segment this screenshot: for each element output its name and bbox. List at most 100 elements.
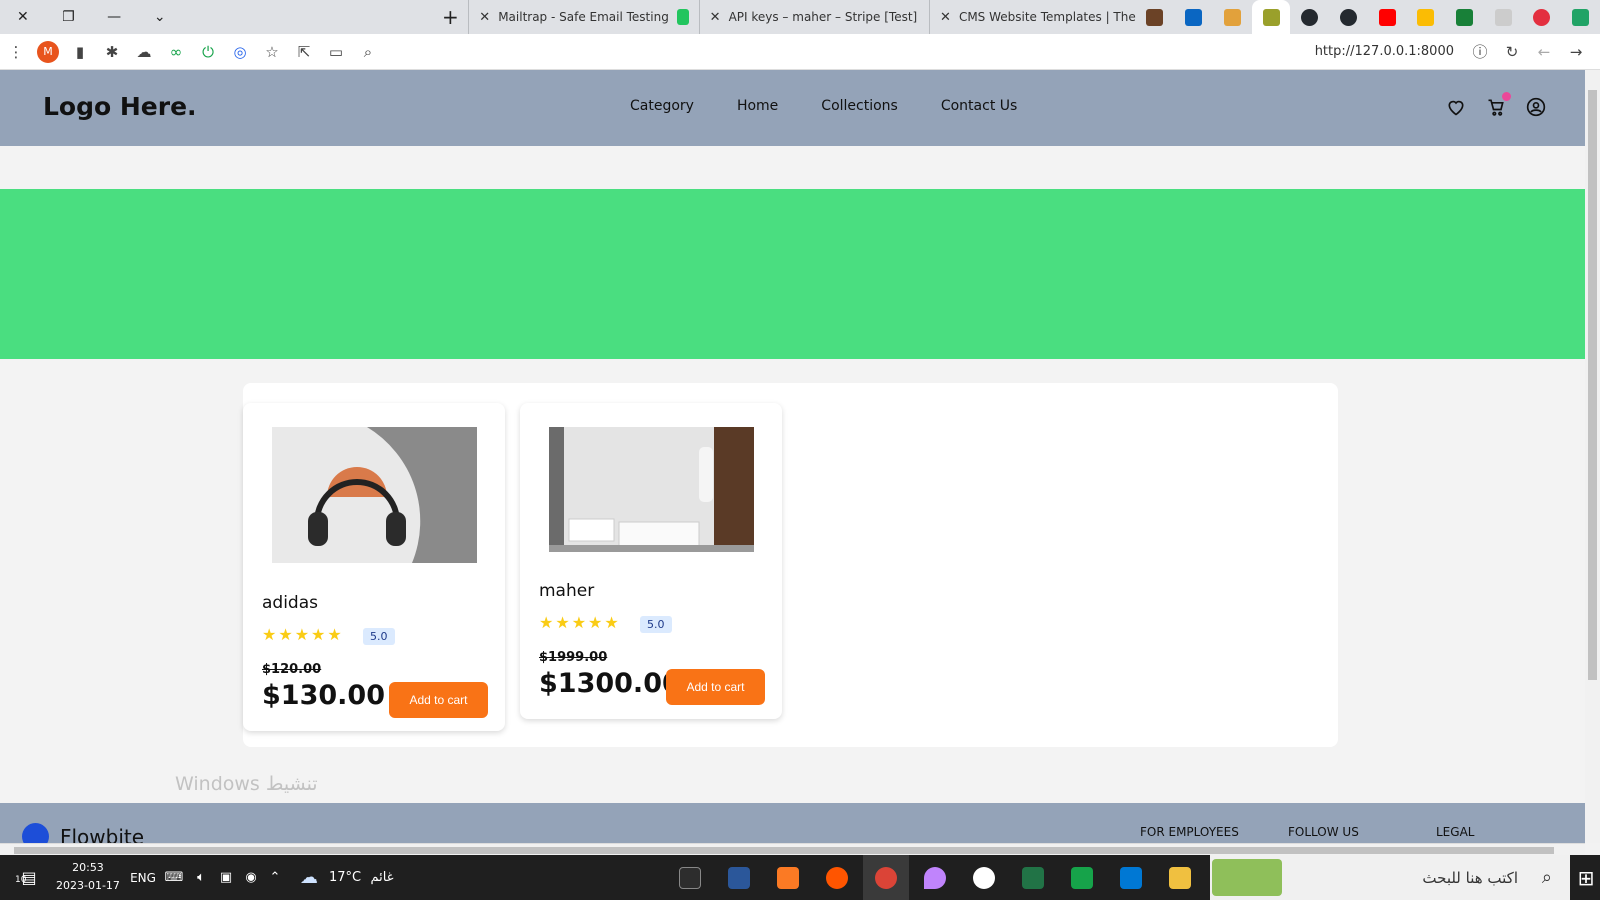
show-hidden-icons-chevron-icon[interactable]: ⌃ <box>264 855 286 900</box>
new-tab-button[interactable]: + <box>433 0 469 34</box>
nav-contact-us[interactable]: Contact Us <box>941 98 1017 114</box>
pinned-tab-github-2[interactable] <box>1329 0 1368 34</box>
scroll-thumb[interactable] <box>1588 90 1597 680</box>
pinned-tab-theme[interactable] <box>1136 0 1175 34</box>
taskbar-xampp[interactable] <box>765 855 811 900</box>
bookmark-star-icon[interactable]: ☆ <box>256 36 288 68</box>
pinned-tab-github[interactable] <box>1290 0 1329 34</box>
taskbar-file-explorer[interactable] <box>1157 855 1203 900</box>
extension-power-icon[interactable]: ⏻ <box>192 36 224 68</box>
close-tab-icon[interactable]: ✕ <box>710 10 721 25</box>
side-panel-icon[interactable]: ▮ <box>64 36 96 68</box>
install-app-icon[interactable]: ▭ <box>320 36 352 68</box>
product-price: $130.00 <box>262 680 385 711</box>
tab-mailtrap[interactable]: ✕ Mailtrap - Safe Email Testing <box>468 0 698 34</box>
taskbar-terminal[interactable] <box>667 855 713 900</box>
tab-label: CMS Website Templates | Theme <box>958 10 1136 24</box>
tab-cms[interactable]: ✕ CMS Website Templates | Theme <box>929 0 1136 34</box>
weather-temp[interactable]: 17°C <box>328 855 362 900</box>
taskbar-soundcloud[interactable] <box>814 855 860 900</box>
taskbar-vscode[interactable] <box>1108 855 1154 900</box>
extension-circle-icon[interactable]: ◎ <box>224 36 256 68</box>
old-price: $1999.00 <box>539 650 608 665</box>
account-user-icon[interactable] <box>1525 96 1547 118</box>
product-name[interactable]: maher <box>539 581 594 601</box>
network-icon[interactable]: ▣ <box>215 855 237 900</box>
share-icon[interactable]: ⇱ <box>288 36 320 68</box>
product-image-bathroom[interactable] <box>549 427 754 552</box>
back-arrow-icon[interactable]: ← <box>1528 36 1560 68</box>
system-clock[interactable]: 20:53 2023-01-17 <box>56 859 120 895</box>
close-window-button[interactable]: ✕ <box>0 0 46 34</box>
pinned-tab-doc[interactable] <box>1484 0 1523 34</box>
product-image-headphones[interactable] <box>272 427 477 563</box>
pinned-tab-phpmyadmin[interactable] <box>1213 0 1252 34</box>
minimize-window-button[interactable]: — <box>91 0 137 34</box>
taskbar-search-box[interactable]: اكتب هنا للبحث ⌕ <box>1210 855 1570 900</box>
site-header: Logo Here. Category Home Collections Con… <box>0 70 1585 146</box>
profile-button[interactable]: M <box>32 36 64 68</box>
tab-search-chevron-icon[interactable]: ⌄ <box>137 0 183 34</box>
pinned-tab-apps[interactable] <box>1445 0 1484 34</box>
pinned-tab-keep[interactable] <box>1407 0 1446 34</box>
close-tab-icon[interactable]: ✕ <box>940 10 951 25</box>
reload-icon[interactable]: ↻ <box>1496 36 1528 68</box>
extension-glasses-icon[interactable]: ∞ <box>160 36 192 68</box>
horizontal-scrollbar[interactable] <box>0 843 1585 855</box>
star-icon: ★ <box>294 625 310 644</box>
meet-now-icon[interactable]: ◉ <box>240 855 262 900</box>
rating-stars: ★ ★ ★ ★ ★ <box>262 625 342 644</box>
site-info-icon[interactable]: ⓘ <box>1464 36 1496 68</box>
wishlist-heart-icon[interactable] <box>1445 96 1467 118</box>
weather-cloud-icon[interactable]: ☁ <box>296 855 322 900</box>
avatar: M <box>37 40 59 63</box>
language-indicator[interactable]: ENG <box>128 855 158 900</box>
footer-heading-employees: FOR EMPLOYEES <box>1140 825 1239 839</box>
pinned-tab-youtube[interactable] <box>1368 0 1407 34</box>
tab-stripe[interactable]: ✕ API keys – maher – Stripe [Test] <box>698 0 929 34</box>
taskbar-excel[interactable] <box>1010 855 1056 900</box>
site-logo[interactable]: Logo Here. <box>43 92 197 121</box>
menu-icon[interactable]: ⋮ <box>0 36 32 68</box>
cart-icon[interactable] <box>1485 92 1511 118</box>
pinned-tab-translate[interactable] <box>1523 0 1562 34</box>
taskbar-word[interactable] <box>716 855 762 900</box>
notification-count: 10 <box>15 875 27 885</box>
star-icon: ★ <box>571 613 587 632</box>
footer-brand[interactable]: Flowbite <box>60 825 144 843</box>
add-to-cart-button[interactable]: Add to cart <box>389 682 488 718</box>
nav-category[interactable]: Category <box>630 98 694 114</box>
weather-desc[interactable]: غائم <box>366 855 398 900</box>
tab-label: API keys – maher – Stripe [Test] <box>728 10 918 24</box>
forward-arrow-icon[interactable]: → <box>1560 36 1592 68</box>
windows-start-icon[interactable]: ⊞ <box>1572 855 1600 900</box>
add-to-cart-button[interactable]: Add to cart <box>666 669 765 705</box>
keyboard-icon[interactable]: ⌨ <box>162 855 186 900</box>
star-icon: ★ <box>327 625 342 644</box>
extension-icon[interactable]: ☁ <box>128 36 160 68</box>
close-tab-icon[interactable]: ✕ <box>479 10 490 25</box>
pinned-tab-linkedin[interactable] <box>1174 0 1213 34</box>
zoom-search-icon[interactable]: ⌕ <box>352 36 384 68</box>
extensions-puzzle-icon[interactable]: ✱ <box>96 36 128 68</box>
volume-icon[interactable]: 🔈︎ <box>190 855 212 900</box>
url-text[interactable]: http://127.0.0.1:8000 <box>1315 44 1454 59</box>
vertical-scrollbar[interactable] <box>1585 70 1600 843</box>
pinned-tab-sheets[interactable] <box>1561 0 1600 34</box>
restore-window-button[interactable]: ❐ <box>46 0 92 34</box>
nav-collections[interactable]: Collections <box>821 98 898 114</box>
product-price: $1300.00 <box>539 668 681 699</box>
main-nav: Category Home Collections Contact Us <box>630 98 1017 114</box>
product-card: maher ★ ★ ★ ★ ★ 5.0 $1999.00 $1300.00 Add to… <box>520 403 782 719</box>
taskbar-app-circle[interactable] <box>961 855 1007 900</box>
taskbar-app-green[interactable] <box>1059 855 1105 900</box>
taskbar-chrome[interactable] <box>863 855 909 900</box>
nav-home[interactable]: Home <box>737 98 778 114</box>
star-icon: ★ <box>539 613 554 632</box>
scroll-thumb[interactable] <box>14 847 1554 854</box>
pinned-tab-active[interactable] <box>1251 0 1291 34</box>
taskbar-paint[interactable] <box>912 855 958 900</box>
rating-badge: 5.0 <box>363 628 395 645</box>
address-bar[interactable]: http://127.0.0.1:8000 ⓘ ↻ ← → <box>384 37 1600 67</box>
product-name[interactable]: adidas <box>262 593 318 613</box>
